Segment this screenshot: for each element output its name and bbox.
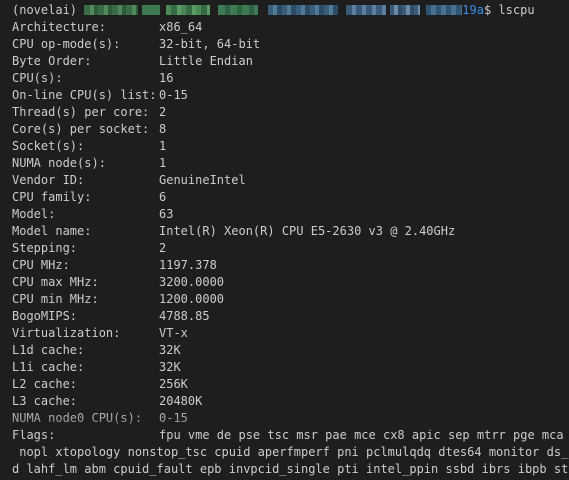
lscpu-key: L3 cache: — [12, 394, 78, 408]
lscpu-key: On-line CPU(s) list: — [12, 88, 157, 102]
lscpu-value: 4788.85 — [159, 309, 210, 323]
lscpu-key: Model name: — [12, 224, 92, 238]
lscpu-key: L2 cache: — [12, 377, 78, 391]
lscpu-row: CPU family: 6 — [0, 189, 569, 206]
lscpu-value: 1200.0000 — [159, 292, 225, 306]
prompt-host-suffix: 19a — [462, 3, 484, 17]
redacted-path — [346, 4, 387, 15]
lscpu-key: Thread(s) per core: — [12, 105, 150, 119]
lscpu-value: 32-bit, 64-bit — [159, 37, 261, 51]
lscpu-row: NUMA node0 CPU(s): 0-15 — [0, 410, 569, 427]
lscpu-row: CPU(s): 16 — [0, 70, 569, 87]
lscpu-key: Core(s) per socket: — [12, 122, 150, 136]
terminal-window[interactable]: (novelai) 19a$ lscpu Architecture: x86_64… — [0, 0, 569, 480]
redacted-hostname — [218, 4, 259, 15]
redacted-path — [268, 4, 339, 15]
lscpu-value: fpu vme de pse tsc msr pae mce cx8 apic … — [159, 428, 569, 442]
lscpu-row: Virtualization: VT-x — [0, 325, 569, 342]
lscpu-row: Thread(s) per core: 2 — [0, 104, 569, 121]
lscpu-value: 0-15 — [159, 88, 188, 102]
lscpu-value: Little Endian — [159, 54, 253, 68]
lscpu-value: x86_64 — [159, 20, 203, 34]
lscpu-value: GenuineIntel — [159, 173, 246, 187]
lscpu-key: L1d cache: — [12, 343, 85, 357]
lscpu-value: VT-x — [159, 326, 188, 340]
lscpu-key: Model: — [12, 207, 56, 221]
conda-env-label: (novelai) — [12, 3, 78, 17]
lscpu-row: Flags: fpu vme de pse tsc msr pae mce cx8… — [0, 427, 569, 444]
lscpu-row: CPU op-mode(s): 32-bit, 64-bit — [0, 36, 569, 53]
lscpu-value: 1 — [159, 156, 167, 170]
lscpu-value: Intel(R) Xeon(R) CPU E5-2630 v3 @ 2.40GH… — [159, 224, 456, 238]
lscpu-value: 2 — [159, 241, 167, 255]
lscpu-row: Model name: Intel(R) Xeon(R) CPU E5-2630 … — [0, 223, 569, 240]
lscpu-row: NUMA node(s): 1 — [0, 155, 569, 172]
lscpu-row: L1d cache: 32K — [0, 342, 569, 359]
flags-continuation-line: nopl xtopology nonstop_tsc cpuid aperfmp… — [12, 445, 569, 459]
lscpu-value: 1197.378 — [159, 258, 217, 272]
lscpu-key: NUMA node0 CPU(s): — [12, 411, 143, 425]
lscpu-output: Architecture: x86_64 CPU op-mode(s): 32-bit… — [0, 19, 569, 444]
lscpu-value: 0-15 — [159, 411, 188, 425]
lscpu-row: On-line CPU(s) list: 0-15 — [0, 87, 569, 104]
prompt-line: (novelai) 19a$ lscpu — [0, 2, 569, 19]
redacted-hostname — [166, 4, 211, 15]
lscpu-row: Byte Order: Little Endian — [0, 53, 569, 70]
lscpu-row: Core(s) per socket: 8 — [0, 121, 569, 138]
lscpu-key: Byte Order: — [12, 54, 92, 68]
redacted-username — [84, 4, 139, 15]
lscpu-value: 256K — [159, 377, 188, 391]
lscpu-row: Stepping: 2 — [0, 240, 569, 257]
lscpu-row: BogoMIPS: 4788.85 — [0, 308, 569, 325]
lscpu-value: 6 — [159, 190, 167, 204]
lscpu-key: Vendor ID: — [12, 173, 85, 187]
lscpu-row: CPU min MHz: 1200.0000 — [0, 291, 569, 308]
lscpu-value: 3200.0000 — [159, 275, 225, 289]
command-text: lscpu — [498, 3, 535, 17]
lscpu-value: 16 — [159, 71, 174, 85]
lscpu-key: Socket(s): — [12, 139, 85, 153]
lscpu-value: 8 — [159, 122, 167, 136]
lscpu-value: 63 — [159, 207, 174, 221]
lscpu-key: Stepping: — [12, 241, 78, 255]
redacted-username — [142, 4, 161, 15]
lscpu-row: L1i cache: 32K — [0, 359, 569, 376]
lscpu-key: CPU min MHz: — [12, 292, 99, 306]
lscpu-key: CPU family: — [12, 190, 92, 204]
lscpu-key: CPU(s): — [12, 71, 63, 85]
lscpu-value: 2 — [159, 105, 167, 119]
lscpu-key: Virtualization: — [12, 326, 121, 340]
lscpu-row: Architecture: x86_64 — [0, 19, 569, 36]
lscpu-row: L3 cache: 20480K — [0, 393, 569, 410]
lscpu-key: NUMA node(s): — [12, 156, 106, 170]
prompt-symbol: $ — [483, 3, 492, 17]
lscpu-value: 32K — [159, 343, 181, 357]
lscpu-key: Flags: — [12, 428, 56, 442]
redacted-path — [426, 4, 463, 15]
lscpu-row: CPU MHz: 1197.378 — [0, 257, 569, 274]
lscpu-key: L1i cache: — [12, 360, 85, 374]
flags-continuation-line: d lahf_lm abm cpuid_fault epb invpcid_si… — [12, 462, 569, 476]
lscpu-key: BogoMIPS: — [12, 309, 78, 323]
lscpu-row: CPU max MHz: 3200.0000 — [0, 274, 569, 291]
redacted-path — [390, 4, 421, 15]
lscpu-key: CPU MHz: — [12, 258, 70, 272]
lscpu-value: 32K — [159, 360, 181, 374]
lscpu-row: Vendor ID: GenuineIntel — [0, 172, 569, 189]
lscpu-value: 1 — [159, 139, 167, 153]
lscpu-key: CPU op-mode(s): — [12, 37, 121, 51]
lscpu-row: Socket(s): 1 — [0, 138, 569, 155]
lscpu-value: 20480K — [159, 394, 203, 408]
lscpu-key: Architecture: — [12, 20, 106, 34]
lscpu-row: Model: 63 — [0, 206, 569, 223]
lscpu-row: L2 cache: 256K — [0, 376, 569, 393]
lscpu-key: CPU max MHz: — [12, 275, 99, 289]
